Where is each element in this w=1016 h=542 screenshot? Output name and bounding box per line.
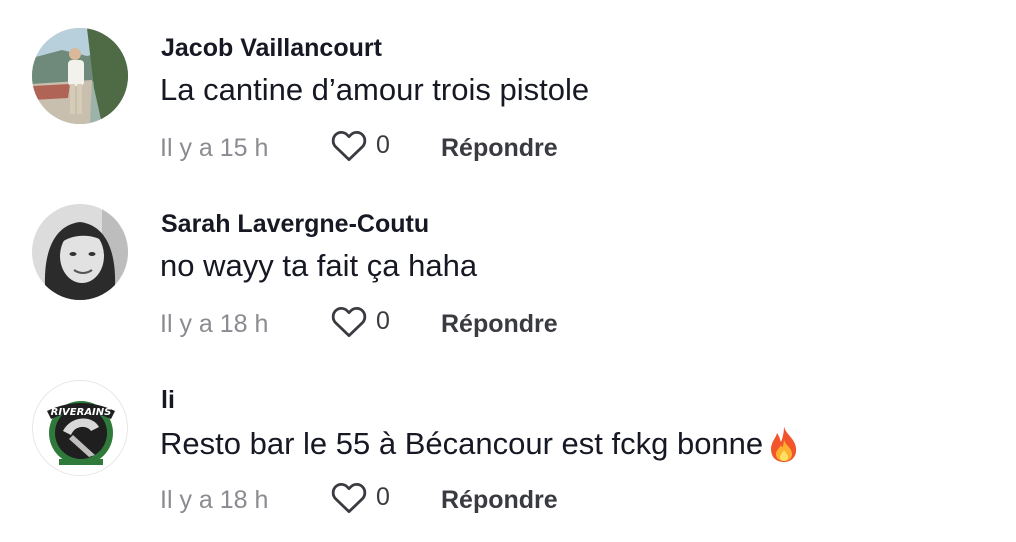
like-button[interactable]: 0 (330, 480, 390, 514)
like-count: 0 (376, 306, 390, 335)
timestamp: Il y a 15 h (160, 134, 269, 162)
comment-meta: Il y a 18 h 0 Répondre (160, 304, 760, 344)
timestamp: Il y a 18 h (160, 310, 269, 338)
like-button[interactable]: 0 (330, 304, 390, 338)
heart-outline-icon (331, 483, 367, 514)
comment-item: RIVERAINS li Resto bar le 55 à Bécancour… (0, 352, 1016, 528)
avatar-photo (32, 204, 128, 300)
like-button[interactable]: 0 (330, 128, 390, 162)
reply-button[interactable]: Répondre (441, 486, 558, 515)
heart-outline-icon (331, 131, 367, 162)
comment-meta: Il y a 18 h 0 Répondre (160, 480, 760, 520)
reply-button[interactable]: Répondre (441, 310, 558, 339)
timestamp: Il y a 18 h (160, 486, 269, 514)
fire-emoji (771, 426, 797, 462)
like-count: 0 (376, 130, 390, 159)
heart-outline-icon (331, 307, 367, 338)
comment-text-content: no wayy ta fait ça haha (160, 248, 478, 283)
comment-item: Jacob Vaillancourt La cantine d’amour tr… (0, 0, 1016, 176)
comment-item: Sarah Lavergne-Coutu no wayy ta fait ça … (0, 176, 1016, 352)
logo-text: RIVERAINS (51, 407, 112, 418)
comment-meta: Il y a 15 h 0 Répondre (160, 128, 760, 168)
comment-text-content: La cantine d’amour trois pistole (160, 72, 590, 107)
reply-button[interactable]: Répondre (441, 134, 558, 163)
username[interactable]: Jacob Vaillancourt (161, 34, 382, 63)
comment-text: La cantine d’amour trois pistole (160, 72, 589, 108)
username[interactable]: li (161, 386, 175, 415)
comment-text: no wayy ta fait ça haha (160, 248, 477, 284)
like-count: 0 (376, 482, 390, 511)
avatar-jacob[interactable] (32, 28, 128, 124)
username[interactable]: Sarah Lavergne-Coutu (161, 210, 429, 239)
avatar-li[interactable]: RIVERAINS (32, 380, 128, 476)
comment-text-content: Resto bar le 55 à Bécancour est fckg bon… (160, 426, 764, 461)
avatar-photo (32, 28, 128, 124)
riverains-logo-icon: RIVERAINS (33, 381, 127, 475)
comment-text: Resto bar le 55 à Bécancour est fckg bon… (160, 424, 803, 464)
avatar-sarah[interactable] (32, 204, 128, 300)
